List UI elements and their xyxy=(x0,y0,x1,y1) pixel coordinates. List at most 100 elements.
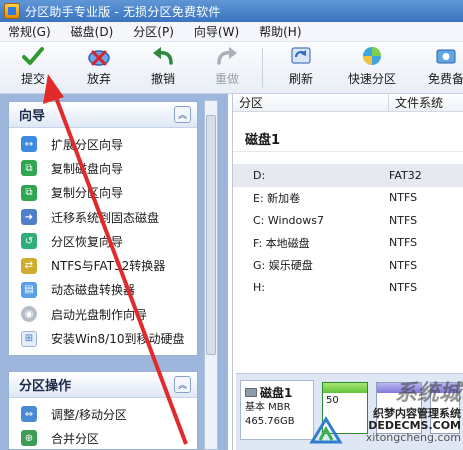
partition-filesystem: NTFS xyxy=(389,191,418,205)
app-logo-icon xyxy=(4,3,20,19)
disk-label: 磁盘1 xyxy=(233,126,463,152)
wizard-section: 向导 ︽ ↔ 扩展分区向导 ⧉ 复制磁盘向导 ⧉ 复制分区向导 ➜ 迁移系统到固态磁盘 … xyxy=(8,101,198,356)
disk-summary[interactable]: 磁盘1 基本 MBR 465.76GB xyxy=(240,380,314,440)
partition-row[interactable]: H: NTFS xyxy=(233,277,463,300)
window-title: 分区助手专业版 - 无损分区免费软件 xyxy=(25,4,221,19)
boot-cd-icon: ◉ xyxy=(21,306,37,323)
partition-filesystem: NTFS xyxy=(389,258,418,272)
partition-filesystem: NTFS xyxy=(389,281,418,295)
partition-ops-section: 分区操作 ︽ ⇔ 调整/移动分区 ⊕ 合并分区 xyxy=(8,371,198,450)
refresh-icon xyxy=(288,44,314,68)
partition-ops-title: 分区操作 xyxy=(19,379,72,394)
redo-button[interactable]: 重做 xyxy=(214,44,240,90)
partition-recovery-icon: ↺ xyxy=(21,233,37,250)
copy-disk-icon: ⧉ xyxy=(21,160,37,177)
commit-button[interactable]: 提交 xyxy=(20,44,46,90)
toolbar: 提交 放弃 撤销 重做 刷新 快速分区 免费备 xyxy=(0,42,463,94)
disk-type: 基本 MBR xyxy=(245,402,291,413)
partition-row[interactable]: G: 娱乐硬盘 NTFS xyxy=(233,254,463,277)
watermark: 系统城 织梦内容管理系统 DEDECMS.COM xitongcheng.com xyxy=(366,375,461,444)
partition-filesystem: NTFS xyxy=(389,236,418,250)
quick-partition-button[interactable]: 快速分区 xyxy=(348,44,396,90)
menu-general[interactable]: 常规(G) xyxy=(0,22,61,42)
partition-name: H: xyxy=(253,281,265,295)
partition-rows: D: FAT32 E: 新加卷 NTFS C: Windows7 NTFS F: 本地磁盘 N… xyxy=(233,164,463,299)
partition-op-label: 调整/移动分区 xyxy=(51,407,128,422)
partition-row[interactable]: C: Windows7 NTFS xyxy=(233,209,463,232)
column-header: 分区 文件系统 xyxy=(233,94,463,112)
free-backup-button[interactable]: 免费备 xyxy=(428,44,463,90)
wizard-section-header: 向导 ︽ xyxy=(9,102,197,128)
collapse-wizard-button[interactable]: ︽ xyxy=(174,106,191,123)
wizard-item-label: 动态磁盘转换器 xyxy=(51,283,136,298)
dynamic-disk-icon: ▤ xyxy=(21,281,37,298)
quick-partition-icon xyxy=(359,44,385,68)
wizard-item-boot-cd[interactable]: ◉ 启动光盘制作向导 xyxy=(9,302,197,326)
quick-partition-label: 快速分区 xyxy=(348,72,397,86)
undo-button[interactable]: 撤销 xyxy=(150,44,176,90)
column-filesystem[interactable]: 文件系统 xyxy=(389,94,443,111)
redo-label: 重做 xyxy=(214,72,239,86)
undo-label: 撤销 xyxy=(150,72,175,86)
partition-op-resize[interactable]: ⇔ 调整/移动分区 xyxy=(9,402,197,426)
expand-partition-icon: ↔ xyxy=(21,136,37,153)
refresh-label: 刷新 xyxy=(288,72,313,86)
wizard-item-label: 迁移系统到固态磁盘 xyxy=(51,210,160,225)
partition-name: F: 本地磁盘 xyxy=(253,236,310,250)
wizard-item-label: 扩展分区向导 xyxy=(51,137,124,152)
wizard-list: ↔ 扩展分区向导 ⧉ 复制磁盘向导 ⧉ 复制分区向导 ➜ 迁移系统到固态磁盘 ↺ 分区恢复… xyxy=(9,128,197,351)
check-icon xyxy=(20,44,46,68)
disk-size: 465.76GB xyxy=(245,416,295,427)
title-bar: 分区助手专业版 - 无损分区免费软件 xyxy=(0,0,463,22)
refresh-button[interactable]: 刷新 xyxy=(288,44,314,90)
menu-help[interactable]: 帮助(H) xyxy=(249,22,311,42)
copy-partition-icon: ⧉ xyxy=(21,184,37,201)
partition-op-label: 合并分区 xyxy=(51,431,100,446)
partition-row[interactable]: E: 新加卷 NTFS xyxy=(233,187,463,210)
wizard-item-copy-disk[interactable]: ⧉ 复制磁盘向导 xyxy=(9,156,197,180)
partition-op-merge[interactable]: ⊕ 合并分区 xyxy=(9,426,197,450)
partition-name: E: 新加卷 xyxy=(253,191,301,205)
watermark-title: 系统城 xyxy=(394,381,461,406)
wizard-item-label: 复制磁盘向导 xyxy=(51,161,124,176)
resize-partition-icon: ⇔ xyxy=(21,406,37,423)
wizard-item-copy-partition[interactable]: ⧉ 复制分区向导 xyxy=(9,181,197,205)
wizard-item-install-windows[interactable]: ⊞ 安装Win8/10到移动硬盘 xyxy=(9,326,197,350)
menu-disk[interactable]: 磁盘(D) xyxy=(61,22,124,42)
discard-button[interactable]: 放弃 xyxy=(86,44,112,90)
partition-ops-header: 分区操作 ︽ xyxy=(9,372,197,398)
wizard-item-label: 启动光盘制作向导 xyxy=(51,307,148,322)
commit-label: 提交 xyxy=(20,72,45,86)
partition-row[interactable]: D: FAT32 xyxy=(233,164,463,187)
convert-icon: ⇄ xyxy=(21,257,37,274)
toolbar-separator xyxy=(262,48,263,88)
chevron-up-icon: ︽ xyxy=(177,111,187,121)
scrollbar-thumb[interactable] xyxy=(206,115,216,355)
redo-icon xyxy=(214,44,240,68)
wizard-item-migrate-os[interactable]: ➜ 迁移系统到固态磁盘 xyxy=(9,205,197,229)
wizard-item-label: NTFS与FAT32转换器 xyxy=(51,259,166,274)
column-partition[interactable]: 分区 xyxy=(233,94,389,111)
undo-icon xyxy=(150,44,176,68)
left-panel-scrollbar[interactable] xyxy=(204,100,218,450)
wizard-item-label: 复制分区向导 xyxy=(51,186,124,201)
wizard-item-partition-recovery[interactable]: ↺ 分区恢复向导 xyxy=(9,229,197,253)
watermark-logo-icon xyxy=(309,416,343,444)
merge-partition-icon: ⊕ xyxy=(21,430,37,447)
partition-name: G: 娱乐硬盘 xyxy=(253,259,313,273)
wizard-item-label: 安装Win8/10到移动硬盘 xyxy=(51,332,185,347)
collapse-partition-ops-button[interactable]: ︽ xyxy=(174,376,191,393)
wizard-item-dynamic-disk[interactable]: ▤ 动态磁盘转换器 xyxy=(9,278,197,302)
windows-icon: ⊞ xyxy=(21,330,37,347)
partition-filesystem: NTFS xyxy=(389,213,418,227)
partition-filesystem: FAT32 xyxy=(389,168,422,182)
wizard-item-label: 分区恢复向导 xyxy=(51,234,124,249)
migrate-os-icon: ➜ xyxy=(21,209,37,226)
disk-map-name: 磁盘1 xyxy=(260,386,293,400)
wizard-item-expand-partition[interactable]: ↔ 扩展分区向导 xyxy=(9,132,197,156)
wizard-item-ntfs-fat32[interactable]: ⇄ NTFS与FAT32转换器 xyxy=(9,253,197,277)
partition-row[interactable]: F: 本地磁盘 NTFS xyxy=(233,232,463,255)
menu-wizard[interactable]: 向导(W) xyxy=(184,22,249,42)
menu-partition[interactable]: 分区(P) xyxy=(123,22,184,42)
backup-icon xyxy=(433,44,459,68)
